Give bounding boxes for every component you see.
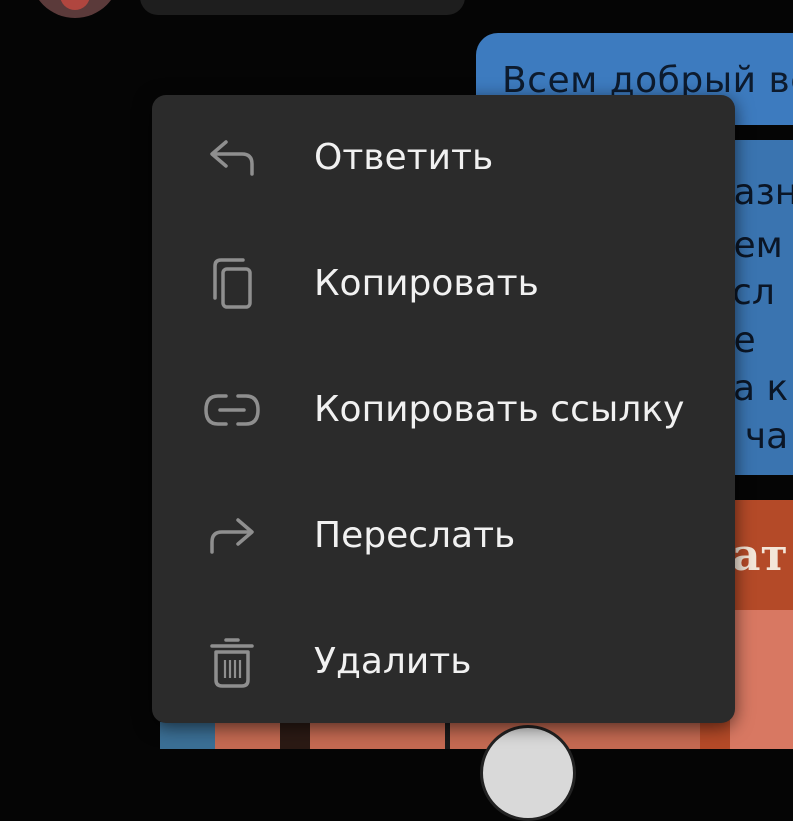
menu-item-forward[interactable]: Переслать bbox=[152, 473, 735, 599]
message-context-menu: Ответить Копировать Копировать ссылку Пе… bbox=[152, 95, 735, 723]
incoming-message-bubble[interactable] bbox=[140, 0, 465, 15]
copy-icon bbox=[202, 258, 262, 309]
menu-item-reply[interactable]: Ответить bbox=[152, 95, 735, 221]
menu-item-copy-link[interactable]: Копировать ссылку bbox=[152, 347, 735, 473]
trash-icon bbox=[202, 637, 262, 688]
link-icon bbox=[202, 385, 262, 435]
image-detail bbox=[445, 722, 450, 749]
menu-item-label: Ответить bbox=[314, 137, 494, 178]
image-detail bbox=[480, 725, 576, 821]
image-text-fragment: ат bbox=[732, 530, 788, 581]
forward-icon bbox=[202, 511, 262, 561]
menu-item-label: Удалить bbox=[314, 641, 472, 682]
image-detail bbox=[280, 722, 310, 749]
image-detail bbox=[730, 610, 793, 749]
avatar[interactable] bbox=[30, 0, 120, 18]
image-message-bottom[interactable] bbox=[160, 722, 700, 821]
menu-item-label: Переслать bbox=[314, 515, 516, 556]
menu-item-label: Копировать bbox=[314, 263, 539, 304]
menu-item-copy[interactable]: Копировать bbox=[152, 221, 735, 347]
reply-icon bbox=[202, 133, 262, 183]
menu-item-delete[interactable]: Удалить bbox=[152, 599, 735, 725]
menu-item-label: Копировать ссылку bbox=[314, 389, 685, 430]
image-detail bbox=[160, 722, 215, 749]
